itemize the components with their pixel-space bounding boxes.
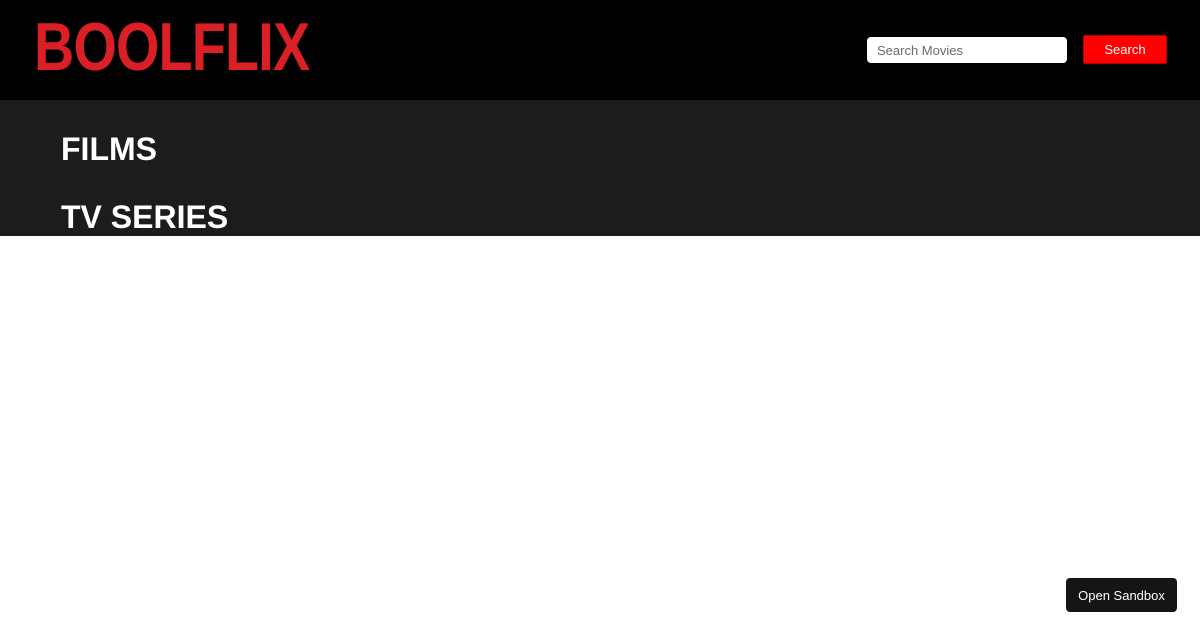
boolflix-logo[interactable]: BOOLFLIX — [34, 10, 370, 84]
search-input[interactable] — [867, 37, 1067, 63]
category-nav: FILMS TV SERIES — [0, 100, 1200, 236]
nav-item-films[interactable]: FILMS — [61, 133, 157, 165]
search-button[interactable]: Search — [1083, 35, 1167, 64]
site-header: BOOLFLIX Search — [0, 0, 1200, 100]
nav-item-tv-series[interactable]: TV SERIES — [61, 201, 228, 233]
results-area — [0, 236, 1200, 630]
open-sandbox-button[interactable]: Open Sandbox — [1066, 578, 1177, 612]
logo-text: BOOLFLIX — [34, 9, 310, 85]
